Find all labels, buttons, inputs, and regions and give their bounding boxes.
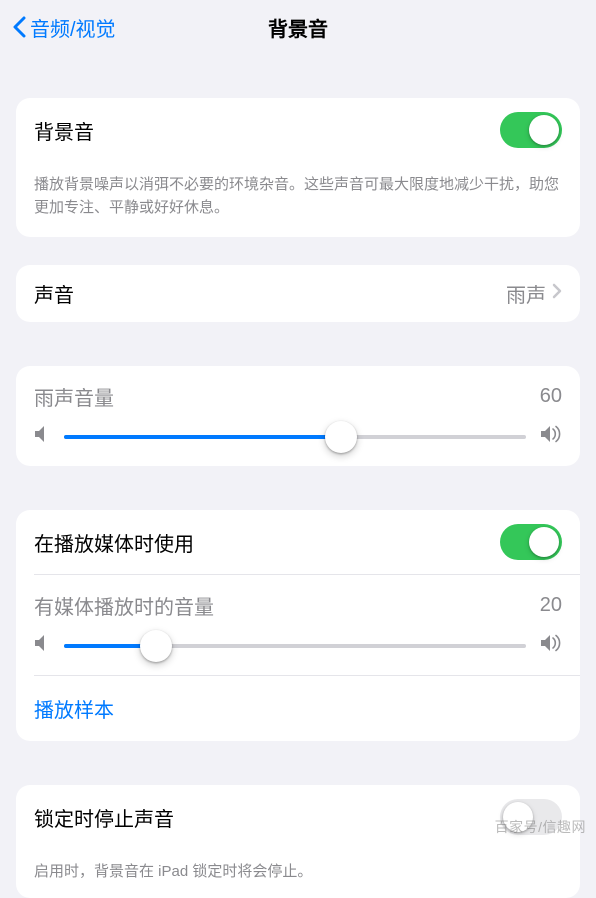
label-lock-toggle: 锁定时停止声音 [34,803,174,832]
value-rain-volume: 60 [540,385,562,408]
volume-low-icon [34,425,50,448]
label-media-toggle: 在播放媒体时使用 [34,528,194,557]
group-sound: 声音 雨声 [16,265,580,322]
row-background-sound-toggle: 背景音 [16,98,580,162]
volume-low-icon [34,634,50,657]
back-button[interactable]: 音频/视觉 [12,13,116,42]
slider-thumb[interactable] [140,630,172,662]
volume-high-icon [540,425,562,448]
label-sound: 声音 [34,279,74,308]
watermark: 百家号/信趣网 [495,817,586,837]
toggle-knob [529,527,559,557]
footer-lock-stop: 启用时，背景音在 iPad 锁定时将会停止。 [16,849,580,898]
value-media-volume: 20 [540,594,562,617]
volume-high-icon [540,634,562,657]
row-sound[interactable]: 声音 雨声 [16,265,580,322]
label-media-volume: 有媒体播放时的音量 [34,591,214,620]
play-sample-button[interactable]: 播放样本 [16,676,580,741]
toggle-media-use[interactable] [500,524,562,560]
group-rain-volume: 雨声音量 60 [16,366,580,466]
chevron-left-icon [12,16,26,38]
slider-track-rain[interactable] [64,435,526,439]
label-rain-volume: 雨声音量 [34,382,114,411]
group-media-use: 在播放媒体时使用 有媒体播放时的音量 20 [16,510,580,741]
group-background-sound: 背景音 播放背景噪声以消弭不必要的环境杂音。这些声音可最大限度地减少干扰，助您更… [16,98,580,237]
toggle-background-sound[interactable] [500,112,562,148]
value-sound: 雨声 [506,279,546,308]
row-media-toggle: 在播放媒体时使用 [16,510,580,574]
slider-track-media[interactable] [64,644,526,648]
back-label: 音频/视觉 [30,13,116,42]
slider-thumb[interactable] [325,421,357,453]
slider-rain-volume: 雨声音量 60 [16,366,580,466]
footer-background-sound: 播放背景噪声以消弭不必要的环境杂音。这些声音可最大限度地减少干扰，助您更加专注、… [16,162,580,237]
navbar: 音频/视觉 背景音 [0,0,596,54]
slider-media-volume: 有媒体播放时的音量 20 [16,575,580,675]
label-background-sound: 背景音 [34,116,94,145]
group-lock-stop: 锁定时停止声音 启用时，背景音在 iPad 锁定时将会停止。 [16,785,580,898]
chevron-right-icon [552,283,562,304]
slider-fill [64,435,341,439]
toggle-knob [529,115,559,145]
